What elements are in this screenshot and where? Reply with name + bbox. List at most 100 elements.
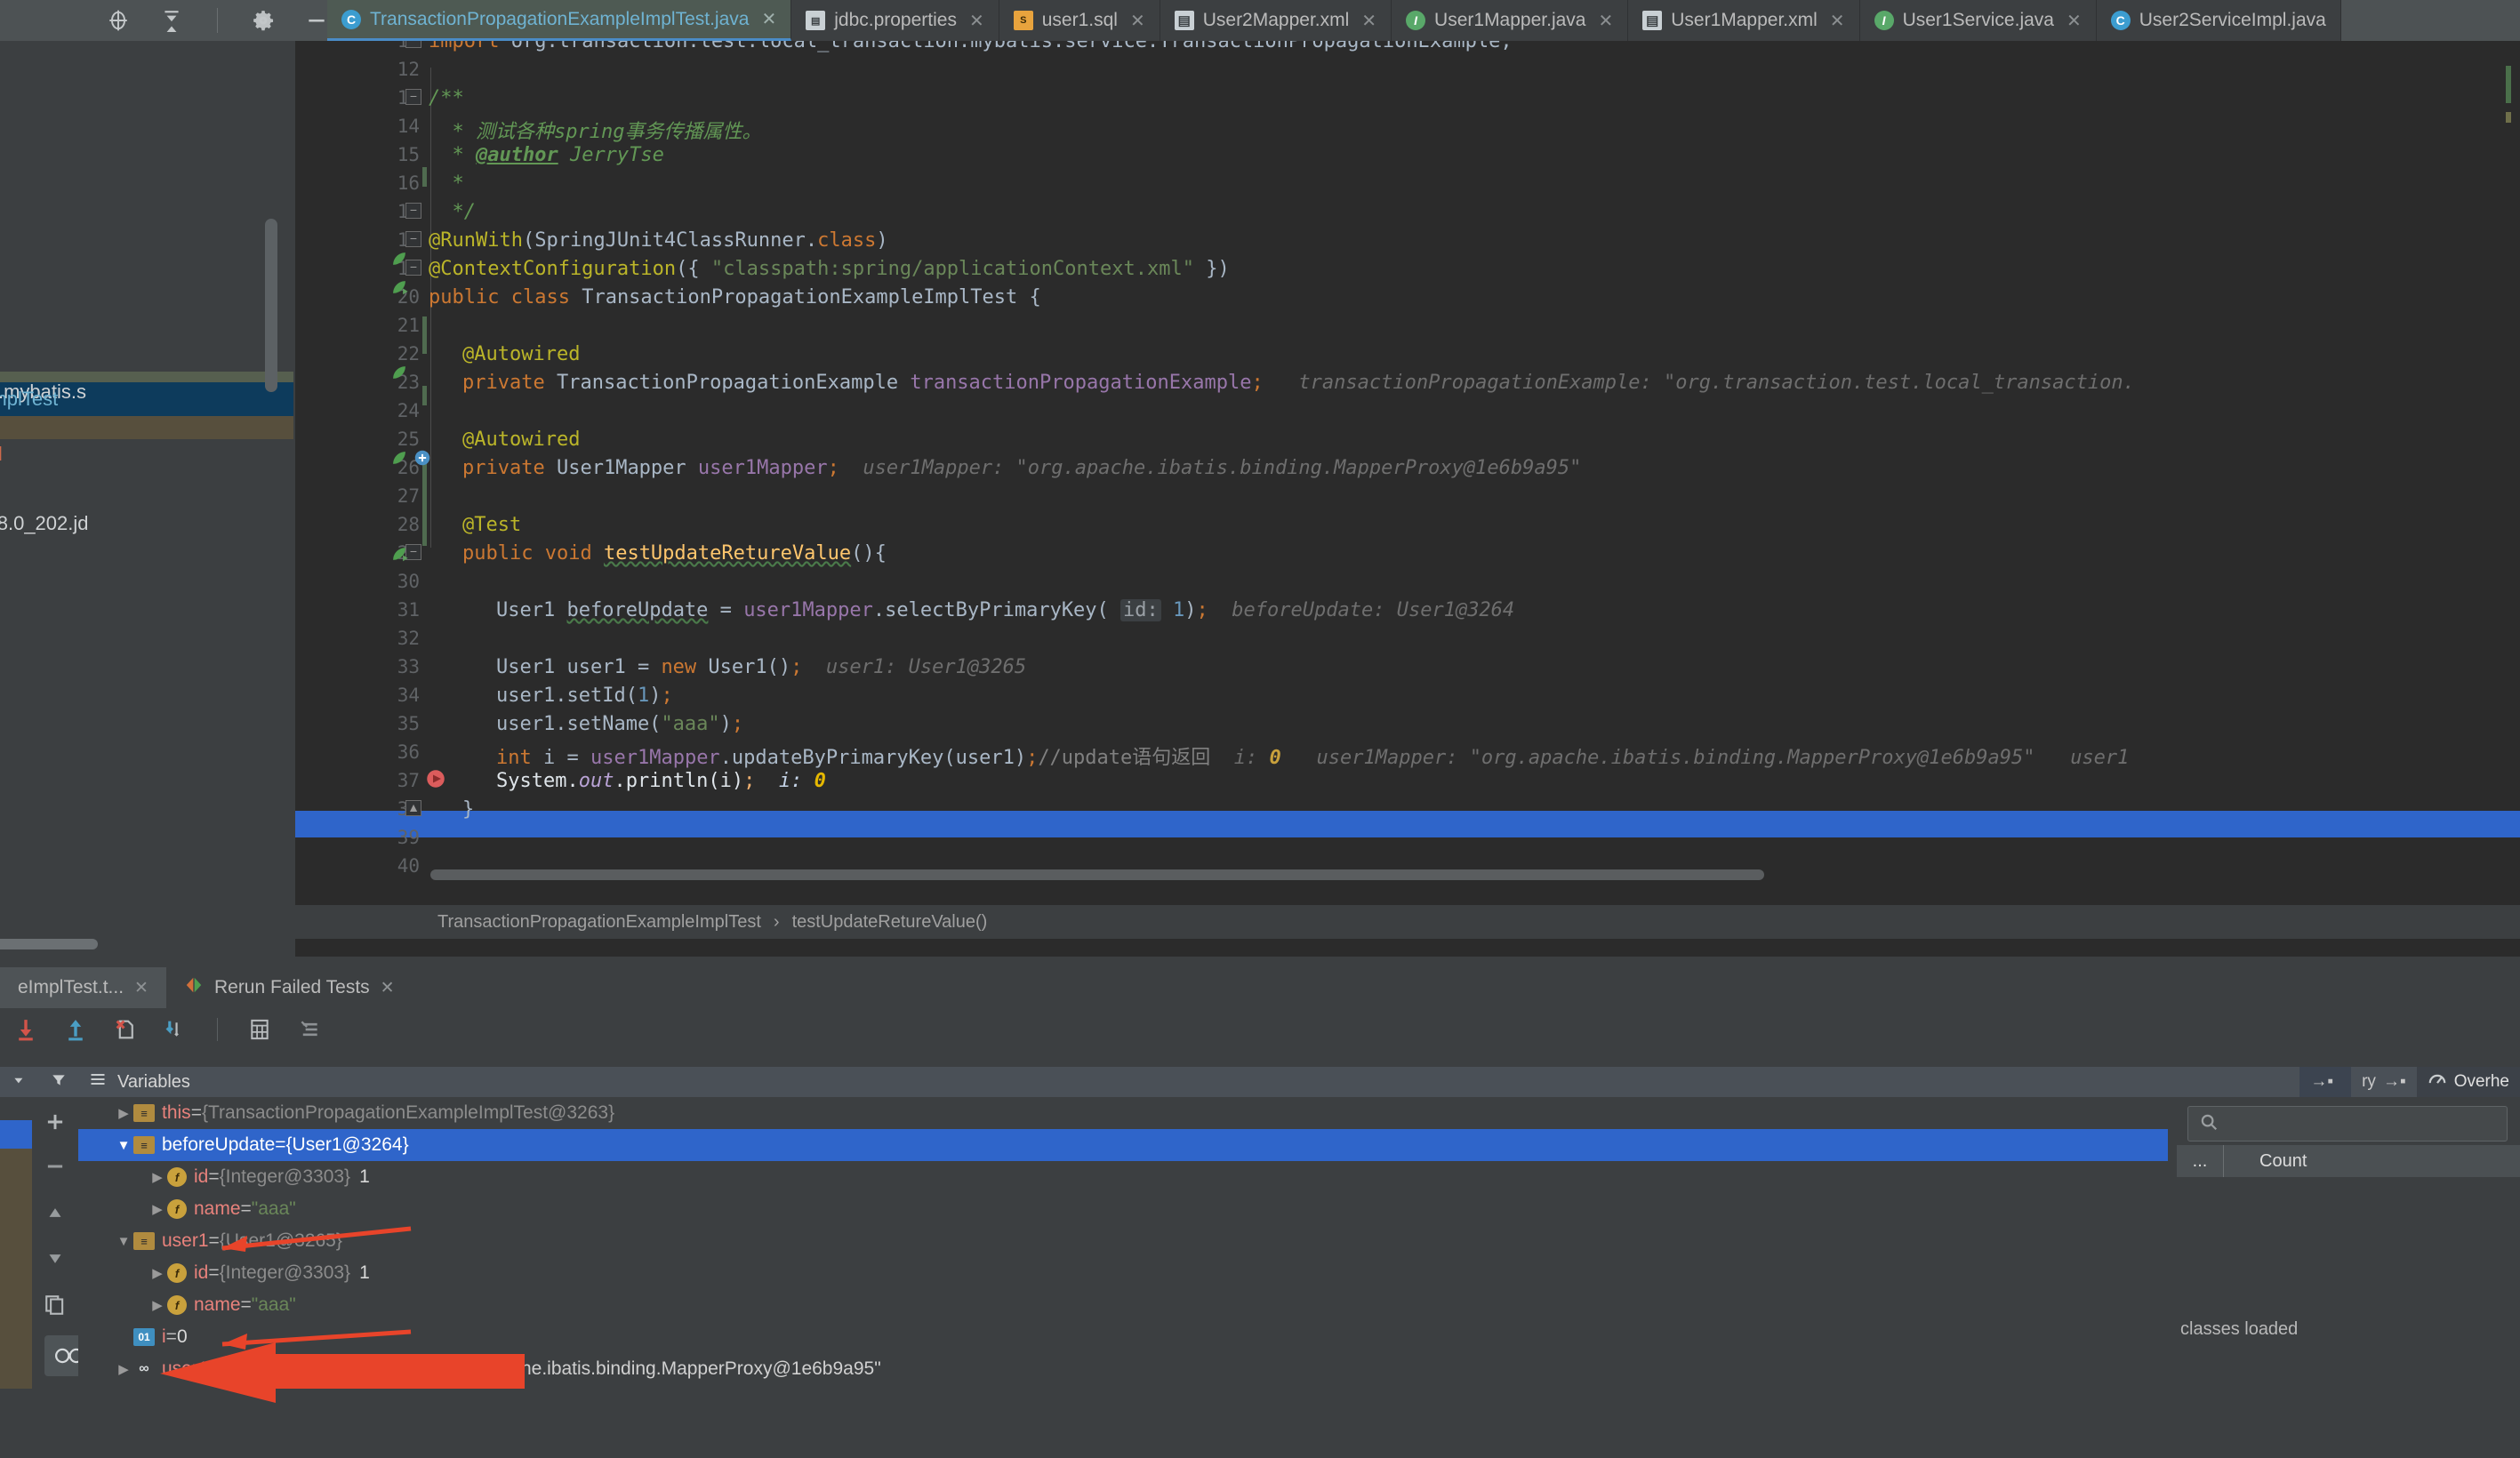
expand-arrow-icon[interactable]: ▶ [148, 1201, 167, 1217]
thread-selector-icon[interactable] [12, 1072, 28, 1093]
remove-icon[interactable] [37, 1149, 73, 1184]
project-tree-item[interactable]: tion-mybatis.iml [0, 443, 3, 466]
overhead-search-input[interactable] [2187, 1106, 2508, 1142]
variable-equals: = [191, 1102, 202, 1124]
variable-ref: {Integer@3303} [220, 1166, 350, 1188]
editor-tab-strip: C TransactionPropagationExampleImplTest.… [327, 0, 2341, 41]
fold-marker-icon[interactable]: ▲ [405, 800, 421, 816]
project-tree-item-selected[interactable]: ationExampleImplTest [0, 388, 58, 411]
overhead-panel[interactable]: ... Count classes loaded [2168, 1097, 2520, 1458]
variable-row-id[interactable]: ▶ f id = {Integer@3303} 1 [78, 1161, 2168, 1193]
expand-arrow-icon[interactable]: ▶ [114, 1105, 133, 1121]
evaluate-expression-icon[interactable] [246, 1016, 273, 1043]
overhead-column-1[interactable]: Count [2224, 1151, 2307, 1172]
filter-icon[interactable] [51, 1072, 67, 1093]
close-tab-icon[interactable]: ✕ [2067, 10, 2082, 32]
overhead-column-0[interactable]: ... [2177, 1151, 2223, 1172]
project-tree-vertical-scrollbar[interactable] [265, 219, 277, 392]
autowired-bean-icon[interactable] [413, 448, 432, 468]
debugger-tab-overhead[interactable]: Overhe [2417, 1067, 2520, 1097]
editor-marker-stripe[interactable] [2506, 66, 2511, 103]
hide-window-icon[interactable] [303, 7, 330, 34]
breadcrumb-class[interactable]: TransactionPropagationExampleImplTest [437, 912, 761, 933]
expand-arrow-icon[interactable]: ▶ [148, 1297, 167, 1313]
editor-tab-1[interactable]: ▤ jdbc.properties ✕ [791, 0, 999, 41]
editor-tab-3[interactable]: ▤ User2Mapper.xml ✕ [1160, 0, 1392, 41]
fold-marker-icon[interactable]: − [405, 203, 421, 219]
expand-arrow-icon[interactable]: ▶ [148, 1169, 167, 1185]
variable-row-name[interactable]: ▶ f name = "aaa" [78, 1193, 2168, 1225]
variables-tree[interactable]: ▶ ≡ this = {TransactionPropagationExampl… [78, 1097, 2168, 1458]
variable-row-i[interactable]: 01 i = 0 [78, 1321, 2168, 1353]
close-tab-icon[interactable]: ✕ [1130, 10, 1145, 32]
step-over-icon[interactable] [162, 1016, 189, 1043]
editor-tab-6[interactable]: I User1Service.java ✕ [1860, 0, 2097, 41]
collapse-all-icon[interactable] [158, 7, 185, 34]
locate-icon[interactable] [105, 7, 132, 34]
editor-tab-5[interactable]: ▤ User1Mapper.xml ✕ [1628, 0, 1859, 41]
settings-gear-icon[interactable] [250, 7, 277, 34]
collapse-arrow-icon[interactable]: ▼ [114, 1138, 133, 1153]
close-run-tab-icon[interactable]: ✕ [134, 978, 148, 998]
close-tab-icon[interactable]: ✕ [1361, 10, 1376, 32]
debugger-tab-memory-left[interactable]: →▪ [2299, 1067, 2351, 1097]
close-tab-icon[interactable]: ✕ [761, 8, 776, 30]
editor-tab-2[interactable]: S user1.sql ✕ [999, 0, 1160, 41]
code-editor[interactable]: 11 12 13 14 15 16 17 18 19 20 21 22 23 2… [295, 41, 2520, 957]
rerun-failed-icon [184, 975, 204, 1000]
object-icon: ≡ [133, 1232, 155, 1250]
editor-horizontal-scrollbar[interactable] [430, 869, 1764, 880]
variable-name: this [162, 1102, 191, 1124]
breadcrumb[interactable]: TransactionPropagationExampleImplTest › … [295, 905, 2520, 939]
variable-equals: = [208, 1262, 219, 1284]
editor-tab-label: User1Service.java [1903, 10, 2054, 31]
close-tab-icon[interactable]: ✕ [1598, 10, 1613, 32]
collapse-arrow-icon[interactable]: ▼ [114, 1234, 133, 1249]
fold-marker-icon[interactable]: − [405, 41, 421, 48]
variable-row-this[interactable]: ▶ ≡ this = {TransactionPropagationExampl… [78, 1097, 2168, 1129]
editor-tab-7[interactable]: C User2ServiceImpl.java [2097, 0, 2341, 41]
run-test-class-icon[interactable] [389, 277, 409, 297]
variable-row-id[interactable]: ▶ f id = {Integer@3303} 1 [78, 1257, 2168, 1289]
overhead-search-field[interactable] [2227, 1114, 2485, 1134]
variable-row-beforeUpdate[interactable]: ▼ ≡ beforeUpdate = {User1@3264} [78, 1129, 2168, 1161]
run-tab-rerun-failed-tests[interactable]: Rerun Failed Tests ✕ [166, 967, 413, 1008]
expand-arrow-icon[interactable]: ▶ [148, 1265, 167, 1281]
vcs-change-marker [422, 167, 427, 187]
close-tab-icon[interactable]: ✕ [1830, 10, 1845, 32]
run-test-class-icon[interactable] [389, 249, 409, 268]
editor-tab-label: user1.sql [1042, 10, 1118, 31]
close-run-tab-icon[interactable]: ✕ [381, 978, 395, 998]
project-tree-panel[interactable]: al al l .xml l l cal_transaction.mybatis… [0, 41, 293, 957]
variable-row-user1Mapper[interactable]: ▶ ∞ user1Mapper = {$Proxy20@3266} "org.a… [78, 1353, 2168, 1385]
breadcrumb-method[interactable]: testUpdateRetureValue() [792, 912, 988, 933]
run-test-method-icon[interactable] [389, 544, 409, 564]
variable-equals: = [209, 1230, 220, 1252]
bean-marker-icon[interactable] [389, 448, 409, 468]
project-tree-item[interactable]: Machines/jdk1.8.0_202.jd [0, 512, 89, 535]
debugger-tab-memory[interactable]: ry →▪ [2351, 1067, 2417, 1097]
run-tab-test-results[interactable]: eImplTest.t... ✕ [0, 967, 166, 1008]
close-tab-icon[interactable]: ✕ [969, 10, 984, 32]
variable-row-user1[interactable]: ▼ ≡ user1 = {User1@3265} [78, 1225, 2168, 1257]
bean-marker-icon[interactable] [389, 363, 409, 382]
up-icon[interactable] [37, 1195, 73, 1230]
step-out-icon[interactable] [62, 1016, 89, 1043]
expand-arrow-icon[interactable]: ▶ [114, 1361, 133, 1377]
force-step-into-icon[interactable] [112, 1016, 139, 1043]
copy-icon[interactable] [37, 1287, 73, 1323]
variable-row-name[interactable]: ▶ f name = "aaa" [78, 1289, 2168, 1321]
project-tree-horizontal-scrollbar[interactable] [0, 939, 98, 949]
add-icon[interactable] [37, 1104, 73, 1140]
step-into-icon[interactable] [12, 1016, 39, 1043]
editor-tab-4[interactable]: I User1Mapper.java ✕ [1392, 0, 1628, 41]
fold-marker-icon[interactable]: − [405, 231, 421, 247]
breakpoint-icon[interactable] [425, 768, 445, 788]
editor-tab-0[interactable]: C TransactionPropagationExampleImplTest.… [327, 0, 791, 41]
editor-marker-stripe[interactable] [2506, 112, 2511, 123]
fold-marker-icon[interactable]: − [405, 89, 421, 105]
down-icon[interactable] [37, 1241, 73, 1277]
overhead-gauge-icon [2428, 1069, 2447, 1094]
code-area[interactable]: 11 12 13 14 15 16 17 18 19 20 21 22 23 2… [295, 41, 2520, 912]
settings-list-icon[interactable] [296, 1016, 323, 1043]
